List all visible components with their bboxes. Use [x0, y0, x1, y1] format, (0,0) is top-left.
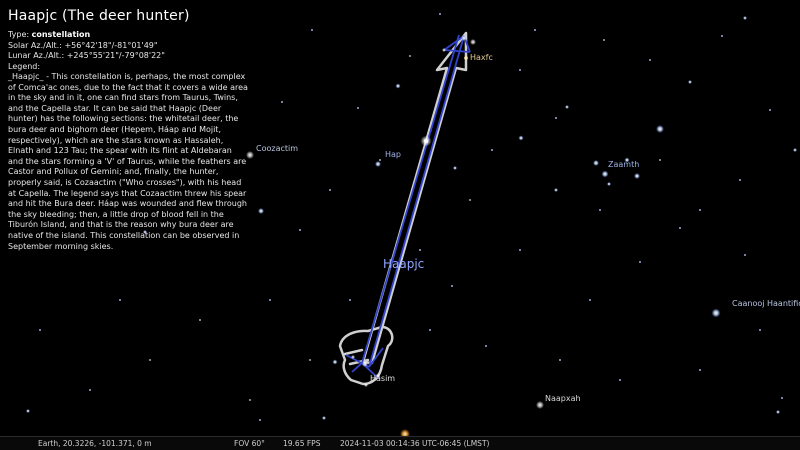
- type-label: Type:: [8, 30, 32, 39]
- star-label-naapxah[interactable]: Naapxah: [545, 394, 581, 403]
- fov-readout: FOV 60°: [234, 439, 265, 448]
- star-label-haxfc[interactable]: Haxfc: [470, 53, 493, 62]
- haxfc-star: [464, 56, 468, 60]
- star-label-hasim[interactable]: Hasim: [370, 374, 395, 383]
- solar-position: Solar Az./Alt.: +56°42'18"/-81°01'49": [8, 40, 158, 50]
- star-label-zaamth[interactable]: Zaamth: [608, 160, 639, 169]
- lunar-position: Lunar Az./Alt.: +245°55'21"/-79°08'22": [8, 51, 165, 60]
- object-info-panel: Haapjc (The deer hunter) Type: constella…: [8, 8, 248, 252]
- constellation-label-haapjc[interactable]: Haapjc: [383, 257, 424, 271]
- type-value: constellation: [31, 30, 91, 39]
- object-type: Type: constellation: [8, 30, 248, 41]
- star-label-caanooj[interactable]: Caanooj Haantific: [732, 299, 800, 308]
- legend-description: _Haapjc_ - This constellation is, perhap…: [8, 72, 248, 251]
- status-bar: Earth, 20.3226, -101.371, 0 m FOV 60° 19…: [0, 436, 800, 450]
- datetime-readout[interactable]: 2024-11-03 00:14:36 UTC-06:45 (LMST): [340, 439, 489, 448]
- constellation-art: [338, 31, 468, 386]
- star-label-hap[interactable]: Hap: [385, 150, 401, 159]
- location-readout[interactable]: Earth, 20.3226, -101.371, 0 m: [38, 439, 152, 448]
- star-label-coozactim[interactable]: Coozactim: [256, 144, 298, 153]
- legend-label: Legend:: [8, 61, 41, 71]
- fps-readout: 19.65 FPS: [283, 439, 321, 448]
- object-title: Haapjc (The deer hunter): [8, 8, 190, 24]
